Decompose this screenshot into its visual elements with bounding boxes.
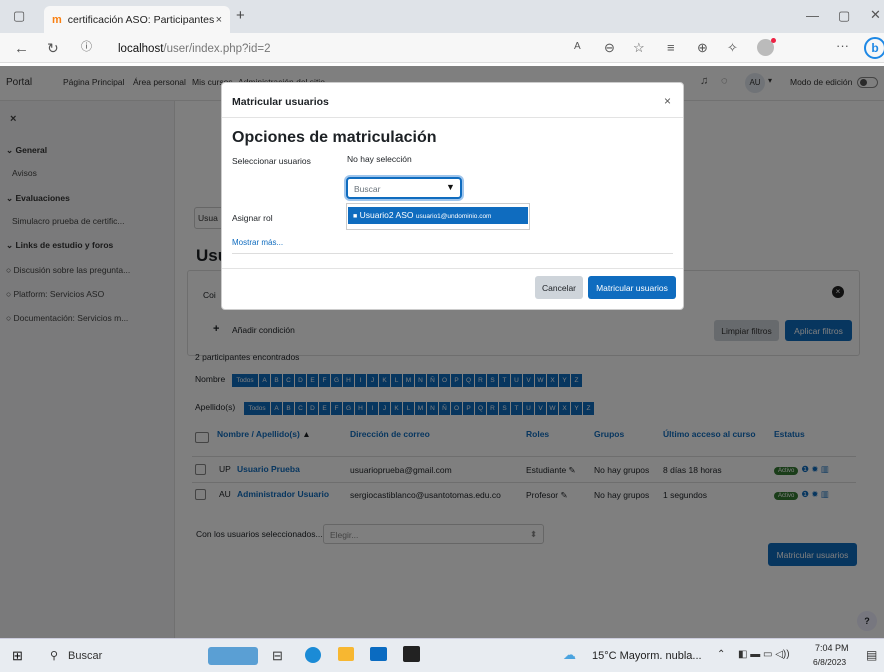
clock-time[interactable]: 7:04 PM xyxy=(815,643,849,653)
modal-footer-divider xyxy=(222,268,683,269)
select-users-label: Seleccionar usuarios xyxy=(232,156,311,166)
file-explorer-icon[interactable] xyxy=(338,647,354,661)
moodle-favicon-icon: m xyxy=(52,13,62,26)
tab-title: certificación ASO: Participantes xyxy=(67,13,215,26)
minimize-icon[interactable]: — xyxy=(806,9,819,22)
info-icon[interactable]: ⓘ xyxy=(81,42,92,53)
weather-text[interactable]: 15°C Mayorm. nubla... xyxy=(592,650,702,662)
taskbar-search[interactable]: Buscar xyxy=(68,650,102,662)
store-icon[interactable] xyxy=(370,647,387,661)
search-placeholder: Buscar xyxy=(354,184,381,194)
user-search-input[interactable]: Buscar ▼ xyxy=(346,177,462,199)
notification-center-icon[interactable]: ▤ xyxy=(866,648,877,662)
weather-icon: ☁ xyxy=(563,647,576,662)
enrol-options-heading: Opciones de matriculación xyxy=(232,129,437,146)
confirm-enrol-button[interactable]: Matricular usuarios xyxy=(588,276,676,299)
windows-taskbar: ⊞ ⚲ Buscar ⊟ ☁ 15°C Mayorm. nubla... ⌃ ◧… xyxy=(0,638,884,672)
no-selection-text: No hay selección xyxy=(347,154,412,164)
task-view-icon[interactable]: ⊟ xyxy=(272,648,283,664)
modal-close-icon[interactable]: × xyxy=(664,94,671,108)
widgets-icon[interactable] xyxy=(208,647,258,665)
zoom-icon[interactable]: ⊖ xyxy=(604,41,615,54)
copilot-icon[interactable]: b xyxy=(864,37,884,59)
tray-chevron-icon[interactable]: ⌃ xyxy=(717,649,725,660)
favorites-bar-icon[interactable]: ≡ xyxy=(667,41,675,54)
profile-notification-dot xyxy=(771,38,776,43)
favorite-icon[interactable]: ☆ xyxy=(633,41,645,54)
clock-date[interactable]: 6/8/2023 xyxy=(813,657,846,667)
browser-tab[interactable]: m certificación ASO: Participantes × xyxy=(44,6,230,33)
enrol-users-dialog: Matricular usuarios × Opciones de matric… xyxy=(221,82,684,310)
terminal-icon[interactable] xyxy=(403,646,420,662)
collections-icon[interactable]: ⊕ xyxy=(697,41,708,54)
taskbar-search-icon[interactable]: ⚲ xyxy=(50,649,58,662)
url-field[interactable]: localhost/user/index.php?id=2 xyxy=(118,38,708,59)
browser-tab-bar: ▢ m certificación ASO: Participantes × +… xyxy=(0,0,884,33)
back-icon[interactable]: ← xyxy=(14,41,29,56)
edge-icon[interactable] xyxy=(305,647,321,663)
url-host: localhost xyxy=(118,42,164,55)
suggestion-item[interactable]: ■ Usuario2 ASO usuario1@undominio.com xyxy=(348,207,528,224)
more-icon[interactable]: ··· xyxy=(836,39,849,52)
url-path: /user/index.php?id=2 xyxy=(163,42,271,55)
extensions-icon[interactable]: ✧ xyxy=(727,41,738,54)
tray-icons[interactable]: ◧ ▬ ▭ ◁)) xyxy=(738,649,790,660)
modal-body-divider xyxy=(232,253,673,254)
modal-header-divider xyxy=(222,117,683,118)
user-suggestions-list: ■ Usuario2 ASO usuario1@undominio.com xyxy=(346,203,530,230)
restore-icon[interactable]: ▢ xyxy=(838,9,850,22)
cancel-button[interactable]: Cancelar xyxy=(535,276,583,299)
show-more-link[interactable]: Mostrar más... xyxy=(232,238,283,247)
modal-title: Matricular usuarios xyxy=(232,96,329,108)
reload-icon[interactable]: ↻ xyxy=(47,41,59,55)
tab-close-icon[interactable]: × xyxy=(216,14,222,26)
windows-start-icon[interactable]: ⊞ xyxy=(12,648,23,664)
read-aloud-icon[interactable]: A xyxy=(574,42,581,52)
new-tab-icon[interactable]: + xyxy=(236,7,245,24)
address-toolbar: ← ↻ ⓘ localhost/user/index.php?id=2 A ⊖ … xyxy=(0,33,884,63)
window-close-icon[interactable]: ✕ xyxy=(870,8,881,21)
tab-actions-icon[interactable]: ▢ xyxy=(13,9,25,22)
dropdown-arrow-icon[interactable]: ▼ xyxy=(446,182,455,192)
assign-role-label: Asignar rol xyxy=(232,213,273,223)
user-square-icon: ■ xyxy=(353,213,358,220)
